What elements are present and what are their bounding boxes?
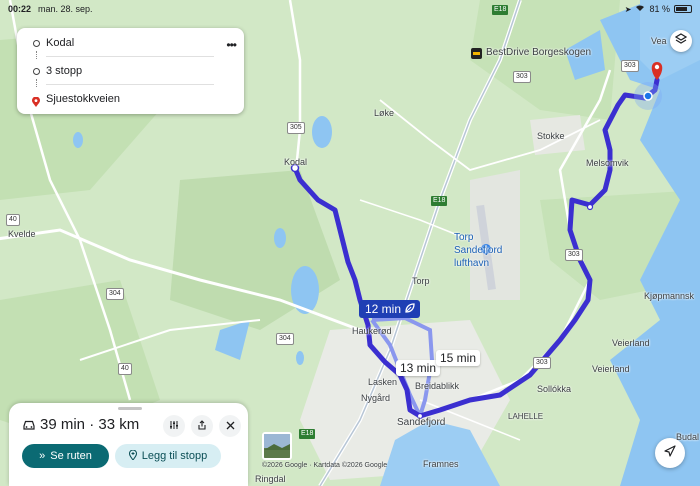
route-stop-label: Sjuestokkveien (46, 93, 120, 105)
route-summary-sheet[interactable]: 39 min · 33 km » Se ruten Legg til stopp (9, 403, 248, 486)
route-stop-label: Kodal (46, 37, 75, 49)
place-label-bestdrive[interactable]: BestDrive Borgeskogen (486, 47, 591, 58)
route-stop-waypoints[interactable]: 3 stopp (17, 60, 244, 82)
place-label-stokke: Stokke (537, 131, 565, 141)
route-stop-origin[interactable]: Kodal (17, 32, 244, 54)
place-label-kvelde: Kvelde (8, 229, 36, 239)
view-route-button[interactable]: » Se ruten (22, 444, 109, 468)
road-shield-305: 305 (287, 122, 305, 134)
view-route-label: Se ruten (50, 450, 92, 462)
close-icon (226, 417, 235, 435)
car-icon (22, 418, 36, 432)
more-horizontal-icon[interactable]: ••• (226, 38, 237, 52)
layers-button[interactable] (670, 30, 692, 52)
place-label-loke: Løke (374, 108, 395, 118)
status-bar: 00:22 man. 28. sep. ➤ 81 % (0, 0, 700, 18)
route-time-bubble-alt[interactable]: 13 min (396, 360, 441, 376)
place-label-nygard: Nygård (361, 393, 391, 403)
recenter-button[interactable] (655, 438, 685, 468)
battery-level-fill (676, 7, 688, 11)
location-arrow-icon: ➤ (624, 4, 632, 14)
road-shield-303: 303 (621, 60, 639, 72)
road-shield-303: 303 (533, 357, 551, 369)
place-label-melsomvik: Melsomvik (586, 158, 629, 168)
place-label-torp-airport[interactable]: Torp Sandefjord lufthavn (454, 231, 514, 270)
place-label-lahelle: LAHELLE (508, 412, 544, 421)
place-label-vea: Vea (651, 36, 667, 46)
map-copyright: ©2026 Google · Kartdata ©2026 Google (262, 462, 388, 469)
place-label-veierland-1: Veierland (612, 338, 650, 348)
navigation-arrow-icon (664, 444, 676, 462)
place-label-sandefjord: Sandefjord (397, 417, 446, 428)
road-shield-303: 303 (513, 71, 531, 83)
route-time-bubble-selected[interactable]: 12 min (359, 300, 421, 318)
road-shield-40: 40 (6, 214, 20, 226)
add-stop-pin-icon (128, 449, 137, 463)
status-indicators: ➤ 81 % (625, 4, 692, 14)
place-label-lasken: Lasken (368, 377, 398, 387)
place-label-framnes: Framnes (423, 459, 459, 469)
status-time: 00:22 (8, 4, 32, 14)
place-label-sollokka: Sollókka (537, 384, 572, 394)
double-chevron-right-icon: » (39, 450, 46, 462)
status-date: man. 28. sep. (38, 4, 93, 14)
road-shield-303: 303 (565, 249, 583, 261)
divider (46, 84, 214, 85)
route-stop-destination[interactable]: Sjuestokkveien (17, 88, 244, 110)
waypoint-circle-icon (33, 67, 40, 75)
route-summary: 39 min · 33 km (40, 416, 140, 433)
eco-leaf-icon (405, 302, 415, 316)
route-stops-card[interactable]: Kodal 3 stopp Sjuestokkveien ••• (17, 28, 244, 114)
layers-icon (674, 32, 688, 50)
place-label-haukerod: Haukerød (352, 326, 392, 336)
wifi-icon (635, 4, 645, 14)
place-label-kodal: Kodal (284, 157, 308, 167)
road-shield-304: 304 (276, 333, 294, 345)
place-label-veierland-2: Veierland (592, 364, 630, 374)
sliders-icon (169, 417, 179, 435)
street-view-thumbnail[interactable] (262, 432, 292, 460)
route-options-button[interactable] (163, 415, 185, 437)
route-stop-label: 3 stopp (46, 65, 83, 77)
route-time-label: 12 min (365, 302, 402, 316)
route-time-bubble-alt[interactable]: 15 min (436, 350, 481, 366)
close-button[interactable] (219, 415, 241, 437)
sheet-drag-handle[interactable] (118, 407, 142, 410)
battery-percent: 81 % (649, 4, 670, 14)
battery-icon (674, 5, 692, 13)
road-shield-40: 40 (118, 363, 132, 375)
origin-circle-icon (33, 39, 40, 47)
destination-pin-icon (32, 94, 40, 107)
road-shield-304: 304 (106, 288, 124, 300)
road-shield-e18: E18 (431, 196, 448, 206)
road-shield-e18: E18 (299, 429, 316, 439)
route-time-label: 13 min (400, 361, 437, 375)
add-stop-label: Legg til stopp (141, 450, 208, 462)
add-stop-button[interactable]: Legg til stopp (115, 444, 221, 468)
place-label-breidablikk: Breidablikk (415, 381, 460, 391)
divider (46, 56, 214, 57)
route-connector (36, 79, 38, 87)
share-icon (197, 417, 207, 435)
place-label-torp: Torp (412, 276, 430, 286)
place-label-kjopmannskjar: Kjøpmannsk (644, 291, 695, 301)
place-label-ringdal: Ringdal (255, 474, 286, 484)
route-connector (36, 51, 38, 59)
share-button[interactable] (191, 415, 213, 437)
route-time-label: 15 min (440, 351, 477, 365)
